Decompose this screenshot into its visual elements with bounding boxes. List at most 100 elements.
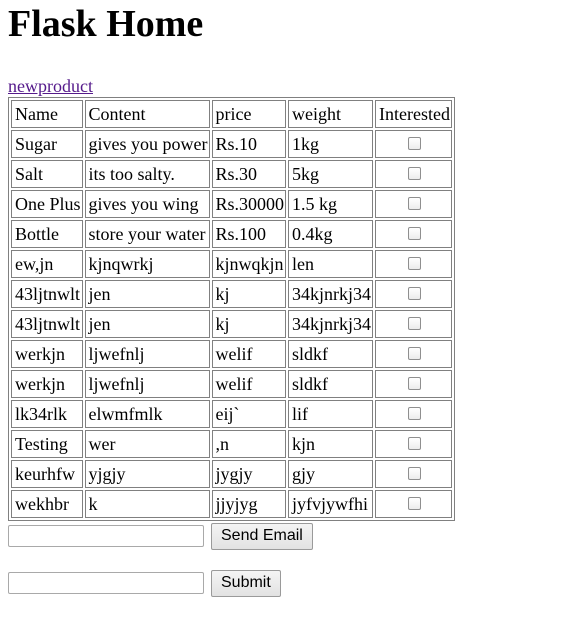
interested-cell xyxy=(375,370,452,398)
interested-checkbox[interactable] xyxy=(408,437,421,451)
content-cell: kjnqwrkj xyxy=(84,250,210,278)
submit-form: Submit xyxy=(8,568,560,598)
table-row: One Plus gives you wing Rs.30000 1.5 kg xyxy=(11,190,452,218)
price-cell: kjnwqkjn xyxy=(211,250,287,278)
name-cell: keurhfw xyxy=(11,460,83,488)
header-interested: Interested xyxy=(375,100,452,128)
interested-checkbox[interactable] xyxy=(408,497,421,511)
table-row: 43ljtnwlt jen kj 34kjnrkj34 xyxy=(11,310,452,338)
content-cell: gives you power xyxy=(84,130,210,158)
table-row: keurhfw yjgjy jygjy gjy xyxy=(11,460,452,488)
send-email-button[interactable]: Send Email xyxy=(211,522,313,550)
price-cell: jygjy xyxy=(211,460,287,488)
content-cell: jen xyxy=(84,280,210,308)
submit-input[interactable] xyxy=(8,572,204,594)
table-row: Testing wer ,n kjn xyxy=(11,430,452,458)
weight-cell: kjn xyxy=(288,430,374,458)
email-form: Send Email xyxy=(8,521,560,551)
interested-cell xyxy=(375,130,452,158)
price-cell: kj xyxy=(211,280,287,308)
content-cell: gives you wing xyxy=(84,190,210,218)
content-cell: its too salty. xyxy=(84,160,210,188)
weight-cell: 34kjnrkj34 xyxy=(288,280,374,308)
content-cell: elwmfmlk xyxy=(84,400,210,428)
table-row: werkjn ljwefnlj welif sldkf xyxy=(11,340,452,368)
interested-checkbox[interactable] xyxy=(408,227,421,241)
interested-checkbox[interactable] xyxy=(408,197,421,211)
interested-checkbox[interactable] xyxy=(408,317,421,331)
interested-cell xyxy=(375,400,452,428)
price-cell: eij` xyxy=(211,400,287,428)
table-row: Salt its too salty. Rs.30 5kg xyxy=(11,160,452,188)
weight-cell: 34kjnrkj34 xyxy=(288,310,374,338)
newproduct-link[interactable]: newproduct xyxy=(8,76,93,96)
table-row: ew,jn kjnqwrkj kjnwqkjn len xyxy=(11,250,452,278)
weight-cell: lif xyxy=(288,400,374,428)
name-cell: ew,jn xyxy=(11,250,83,278)
interested-checkbox[interactable] xyxy=(408,287,421,301)
table-row: lk34rlk elwmfmlk eij` lif xyxy=(11,400,452,428)
interested-checkbox[interactable] xyxy=(408,347,421,361)
interested-cell xyxy=(375,190,452,218)
name-cell: 43ljtnwlt xyxy=(11,310,83,338)
weight-cell: gjy xyxy=(288,460,374,488)
header-content: Content xyxy=(84,100,210,128)
name-cell: werkjn xyxy=(11,370,83,398)
name-cell: Sugar xyxy=(11,130,83,158)
content-cell: ljwefnlj xyxy=(84,370,210,398)
name-cell: lk34rlk xyxy=(11,400,83,428)
content-cell: jen xyxy=(84,310,210,338)
page-title: Flask Home xyxy=(8,3,204,45)
price-cell: Rs.30000 xyxy=(211,190,287,218)
interested-cell xyxy=(375,490,452,518)
interested-checkbox[interactable] xyxy=(408,407,421,421)
weight-cell: jyfvjywfhi xyxy=(288,490,374,518)
name-cell: werkjn xyxy=(11,340,83,368)
weight-cell: sldkf xyxy=(288,370,374,398)
price-cell: Rs.100 xyxy=(211,220,287,248)
name-cell: Testing xyxy=(11,430,83,458)
weight-cell: len xyxy=(288,250,374,278)
table-row: Sugar gives you power Rs.10 1kg xyxy=(11,130,452,158)
submit-button[interactable]: Submit xyxy=(211,569,281,597)
content-cell: ljwefnlj xyxy=(84,340,210,368)
interested-checkbox[interactable] xyxy=(408,137,421,151)
interested-checkbox[interactable] xyxy=(408,467,421,481)
interested-cell xyxy=(375,160,452,188)
email-input[interactable] xyxy=(8,525,204,547)
interested-checkbox[interactable] xyxy=(408,167,421,181)
price-cell: Rs.30 xyxy=(211,160,287,188)
weight-cell: 1kg xyxy=(288,130,374,158)
products-table: Name Content price weight Interested Sug… xyxy=(8,97,455,521)
name-cell: Bottle xyxy=(11,220,83,248)
name-cell: wekhbr xyxy=(11,490,83,518)
weight-cell: 0.4kg xyxy=(288,220,374,248)
content-cell: k xyxy=(84,490,210,518)
interested-checkbox[interactable] xyxy=(408,377,421,391)
interested-cell xyxy=(375,310,452,338)
price-cell: Rs.10 xyxy=(211,130,287,158)
interested-cell xyxy=(375,280,452,308)
table-body: Sugar gives you power Rs.10 1kg Salt its too … xyxy=(11,130,452,518)
name-cell: One Plus xyxy=(11,190,83,218)
price-cell: welif xyxy=(211,370,287,398)
price-cell: welif xyxy=(211,340,287,368)
page: Flask Home newproduct Name Content price… xyxy=(0,2,568,598)
content-cell: wer xyxy=(84,430,210,458)
price-cell: ,n xyxy=(211,430,287,458)
price-cell: jjyjyg xyxy=(211,490,287,518)
table-row: werkjn ljwefnlj welif sldkf xyxy=(11,370,452,398)
header-price: price xyxy=(211,100,287,128)
content-cell: yjgjy xyxy=(84,460,210,488)
interested-cell xyxy=(375,430,452,458)
table-row: Bottle store your water Rs.100 0.4kg xyxy=(11,220,452,248)
table-row: wekhbr k jjyjyg jyfvjywfhi xyxy=(11,490,452,518)
interested-cell xyxy=(375,460,452,488)
interested-cell xyxy=(375,220,452,248)
name-cell: 43ljtnwlt xyxy=(11,280,83,308)
interested-checkbox[interactable] xyxy=(408,257,421,271)
table-header-row: Name Content price weight Interested xyxy=(11,100,452,128)
content-cell: store your water xyxy=(84,220,210,248)
header-name: Name xyxy=(11,100,83,128)
table-row: 43ljtnwlt jen kj 34kjnrkj34 xyxy=(11,280,452,308)
